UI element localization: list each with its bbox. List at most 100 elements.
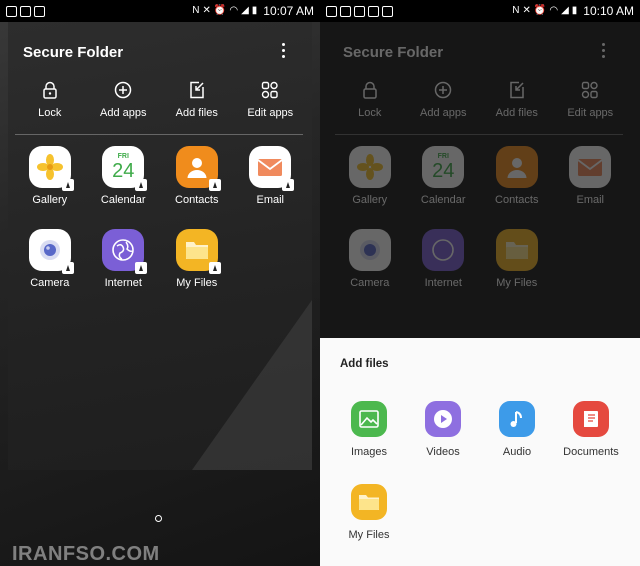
nfc-icon: N <box>512 5 520 16</box>
notification-icon <box>382 5 393 17</box>
app-email[interactable]: Email <box>234 146 308 206</box>
add-circle-icon <box>113 80 133 100</box>
audio-label: Audio <box>502 446 532 458</box>
lock-button[interactable]: Lock <box>13 80 87 119</box>
app-grid-row: Gallery FRI 24 Calendar Contacts Email <box>333 146 627 206</box>
my-files-option[interactable]: My Files <box>332 484 406 541</box>
email-icon <box>569 146 612 188</box>
status-time: 10:10 AM <box>583 4 634 18</box>
alarm-icon: ⏰ <box>213 5 227 16</box>
wifi-icon: ◠ <box>229 5 239 16</box>
page-title: Secure Folder <box>23 44 124 61</box>
add-files-button[interactable]: Add files <box>160 80 234 119</box>
status-bar: N ✕ ⏰ ◠ ◢ ▮ 10:10 AM <box>320 0 640 22</box>
audio-icon <box>499 401 535 437</box>
audio-option[interactable]: Audio <box>480 401 554 458</box>
app-label: Internet <box>424 277 462 289</box>
notification-icon <box>6 5 17 17</box>
add-apps-button[interactable]: Add apps <box>87 80 161 119</box>
edit-apps-icon <box>260 80 280 100</box>
lock-label: Lock <box>358 107 382 119</box>
app-contacts[interactable]: Contacts <box>160 146 234 206</box>
notification-icon <box>20 5 31 17</box>
app-label: Calendar <box>100 194 146 206</box>
signal-icon: ◢ <box>561 5 569 16</box>
page-indicator[interactable] <box>155 515 162 522</box>
app-label: Calendar <box>420 194 466 206</box>
page-title: Secure Folder <box>343 44 444 61</box>
add-files-button: Add files <box>480 80 554 119</box>
app-internet: Internet <box>407 229 481 289</box>
app-label: Contacts <box>495 194 539 206</box>
app-label: Internet <box>104 277 142 289</box>
divider <box>335 134 623 135</box>
images-icon <box>351 401 387 437</box>
action-bar: Lock Add apps Add files Edit apps <box>333 80 627 119</box>
add-apps-button: Add apps <box>407 80 481 119</box>
signal-icon: ◢ <box>241 5 249 16</box>
edit-apps-label: Edit apps <box>567 107 614 119</box>
more-options-button <box>596 41 610 59</box>
app-label: Camera <box>350 277 390 289</box>
app-label: My Files <box>496 277 538 289</box>
edit-apps-button: Edit apps <box>554 80 628 119</box>
folder-icon <box>495 229 538 271</box>
app-label: Camera <box>30 277 70 289</box>
alarm-icon: ⏰ <box>533 5 547 16</box>
app-contacts: Contacts <box>480 146 554 206</box>
app-my-files[interactable]: My Files <box>160 229 234 289</box>
app-label: Contacts <box>175 194 219 206</box>
nfc-icon: N <box>192 5 200 16</box>
images-option[interactable]: Images <box>332 401 406 458</box>
videos-label: Videos <box>426 446 460 458</box>
status-bar: N ✕ ⏰ ◠ ◢ ▮ 10:07 AM <box>0 0 320 22</box>
app-email: Email <box>554 146 628 206</box>
app-gallery: Gallery <box>333 146 407 206</box>
mute-icon: ✕ <box>202 5 211 16</box>
status-time: 10:07 AM <box>263 4 314 18</box>
add-files-icon <box>187 80 207 100</box>
battery-icon: ▮ <box>251 5 258 16</box>
add-files-sheet: Add files Images Videos Audio Documents … <box>320 338 640 566</box>
documents-icon <box>573 401 609 437</box>
folder-icon <box>351 484 387 520</box>
edit-apps-button[interactable]: Edit apps <box>234 80 308 119</box>
app-camera: Camera <box>333 229 407 289</box>
app-camera[interactable]: Camera <box>13 229 87 289</box>
gallery-icon <box>348 146 391 188</box>
internet-icon <box>422 229 465 271</box>
calendar-icon: FRI 24 <box>422 146 465 188</box>
app-label: Email <box>576 194 604 206</box>
videos-icon <box>425 401 461 437</box>
add-apps-label: Add apps <box>420 107 467 119</box>
videos-option[interactable]: Videos <box>406 401 480 458</box>
app-my-files: My Files <box>480 229 554 289</box>
documents-label: Documents <box>563 446 619 458</box>
notification-icon <box>368 5 379 17</box>
add-files-icon <box>507 80 527 100</box>
lock-icon <box>40 80 60 100</box>
add-files-label: Add files <box>495 107 538 119</box>
mute-icon: ✕ <box>522 5 531 16</box>
dimmed-secure-folder: Secure Folder Lock Add apps Add files Ed… <box>320 22 640 338</box>
edit-apps-label: Edit apps <box>247 107 294 119</box>
add-circle-icon <box>433 80 453 100</box>
my-files-label: My Files <box>348 529 390 541</box>
add-apps-label: Add apps <box>100 107 147 119</box>
sheet-title: Add files <box>340 358 389 370</box>
images-label: Images <box>350 446 388 458</box>
notification-icon <box>326 5 337 17</box>
documents-option[interactable]: Documents <box>554 401 628 458</box>
sheet-row: My Files <box>332 484 628 541</box>
sheet-row: Images Videos Audio Documents <box>332 401 628 458</box>
notification-icon <box>354 5 365 17</box>
app-internet[interactable]: Internet <box>87 229 161 289</box>
camera-icon <box>348 229 391 271</box>
app-calendar[interactable]: FRI 24 Calendar <box>87 146 161 206</box>
more-options-button[interactable] <box>276 41 290 59</box>
app-gallery[interactable]: Gallery <box>13 146 87 206</box>
divider <box>15 134 303 135</box>
lock-icon <box>360 80 380 100</box>
add-files-label: Add files <box>175 107 218 119</box>
contacts-icon <box>495 146 538 188</box>
